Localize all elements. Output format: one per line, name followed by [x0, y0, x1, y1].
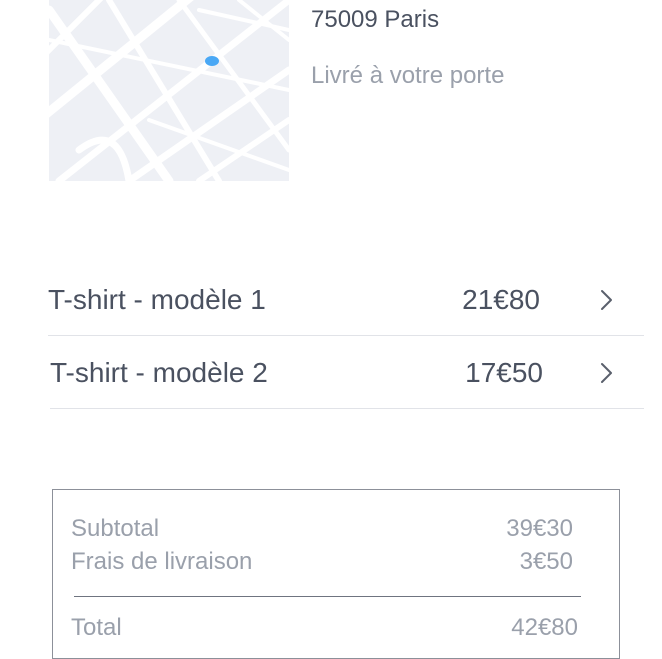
cart-item-name: T-shirt - modèle 2 — [50, 357, 268, 388]
order-summary: Subtotal 39€30 Frais de livraison 3€50 T… — [52, 489, 620, 659]
cart-item-name: T-shirt - modèle 1 — [48, 284, 266, 315]
chevron-right-icon[interactable] — [600, 288, 614, 312]
delivery-map[interactable] — [49, 0, 289, 181]
delivery-city: 75009 Paris — [311, 6, 440, 33]
total-label: Total — [71, 614, 122, 641]
map-streets — [49, 0, 289, 181]
total-value: 42€80 — [511, 614, 578, 641]
cart-item[interactable]: T-shirt - modèle 1 21€80 — [0, 264, 662, 336]
item-divider — [48, 335, 644, 336]
cart-item-price: 17€50 — [465, 357, 543, 388]
shipping-label: Frais de livraison — [71, 548, 253, 575]
subtotal-label: Subtotal — [71, 515, 160, 542]
shipping-value: 3€50 — [519, 548, 573, 575]
cart-item[interactable]: T-shirt - modèle 2 17€50 — [0, 337, 662, 409]
cart-item-price: 21€80 — [462, 284, 540, 315]
item-divider — [50, 408, 644, 409]
summary-divider — [74, 596, 581, 597]
chevron-right-icon[interactable] — [600, 361, 614, 385]
subtotal-value: 39€30 — [506, 515, 573, 542]
map-pin — [205, 56, 219, 66]
delivery-note: Livré à votre porte — [311, 62, 505, 89]
